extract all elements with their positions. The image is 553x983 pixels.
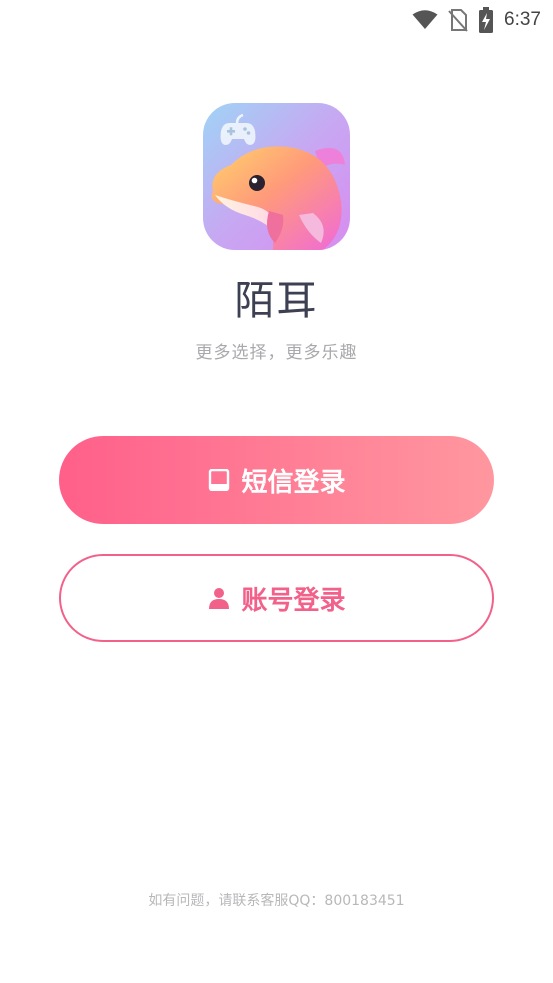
login-screen: 6:37 陌耳 更多选择，更多乐趣 短信登录 账号登录 如有问题，请联系客服QQ… (0, 0, 553, 983)
sms-login-button[interactable]: 短信登录 (59, 436, 494, 524)
user-icon (207, 586, 231, 610)
tablet-icon (207, 468, 231, 492)
app-slogan: 更多选择，更多乐趣 (195, 343, 358, 363)
no-sim-icon (448, 8, 468, 32)
app-logo (203, 103, 350, 250)
wifi-icon (412, 10, 438, 30)
status-time: 6:37 (504, 9, 541, 30)
app-name: 陌耳 (234, 278, 319, 324)
battery-charging-icon (478, 7, 494, 33)
footer-contact-text: 如有问题，请联系客服QQ：800183451 (148, 893, 405, 909)
account-login-button[interactable]: 账号登录 (59, 554, 494, 642)
sms-login-label: 短信登录 (241, 467, 346, 498)
account-login-label: 账号登录 (241, 585, 346, 616)
status-bar: 6:37 (0, 0, 553, 40)
gamepad-icon (220, 113, 256, 145)
